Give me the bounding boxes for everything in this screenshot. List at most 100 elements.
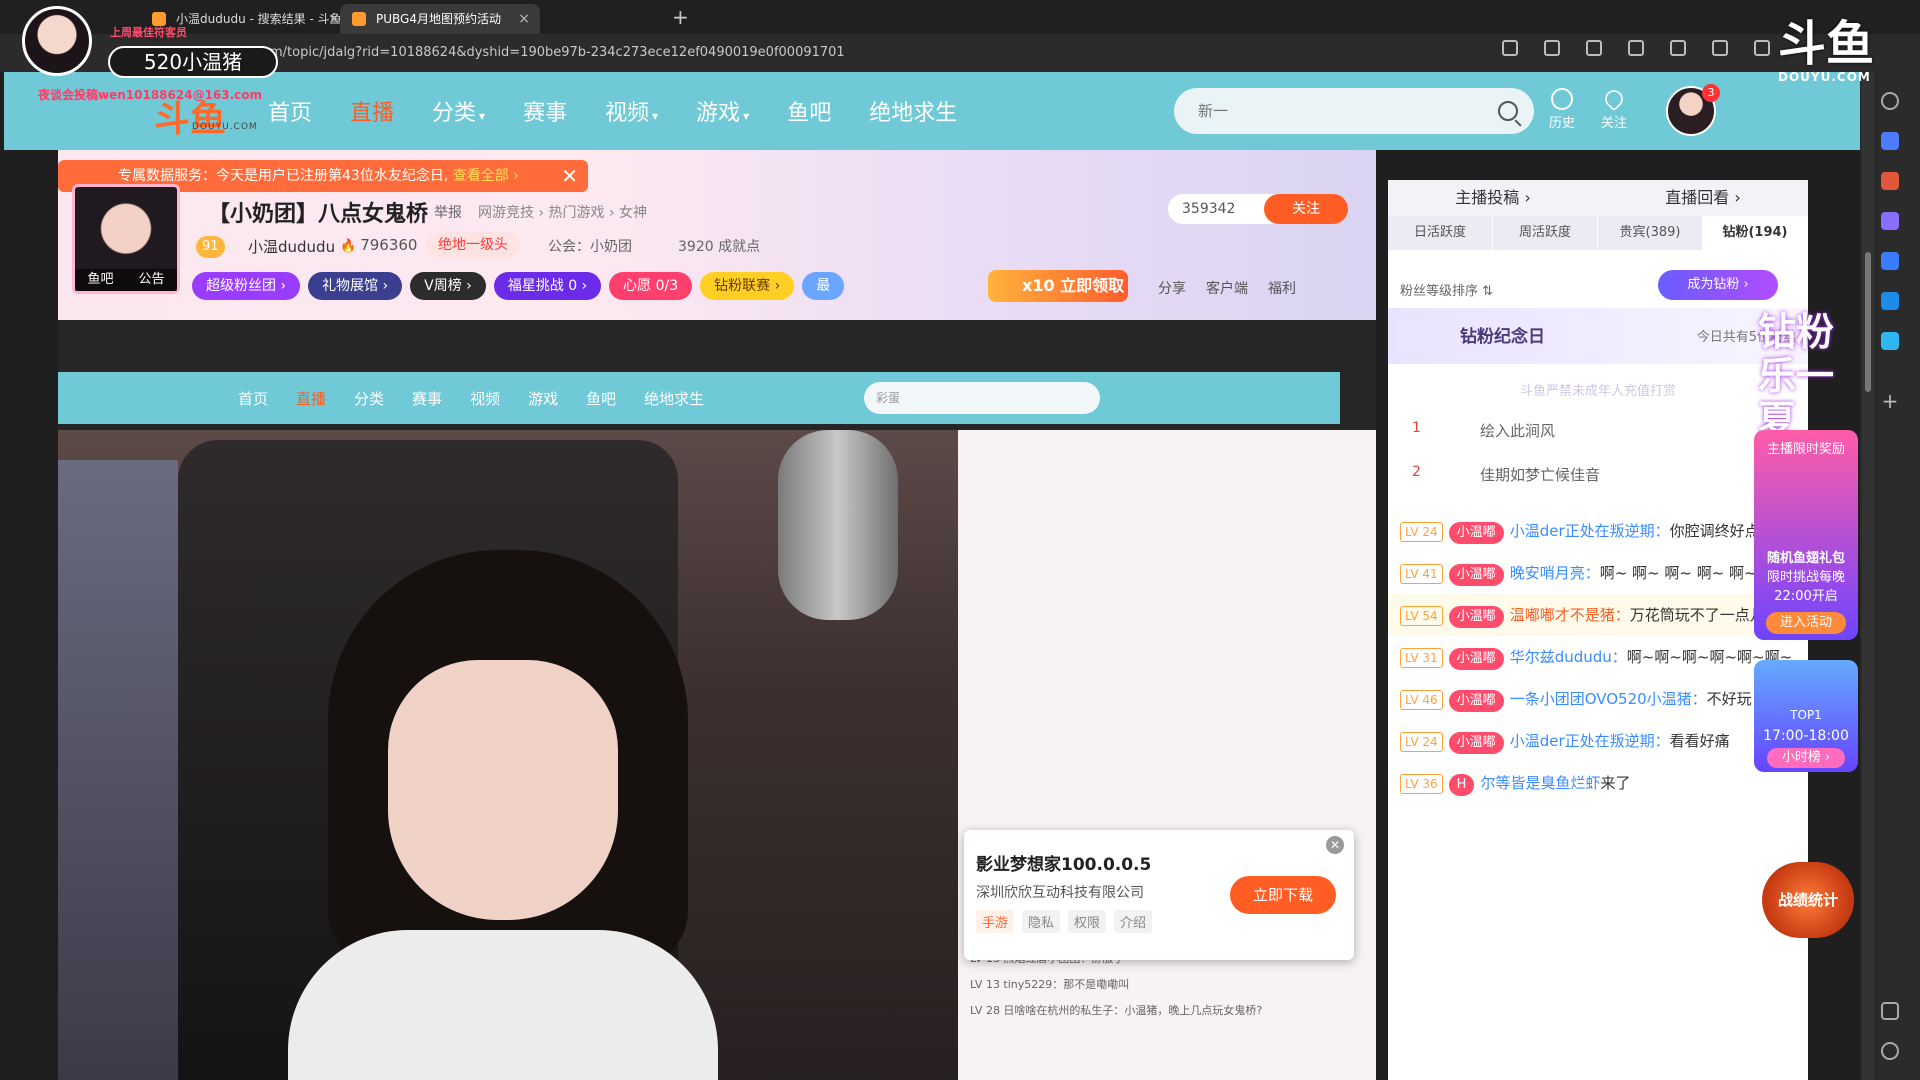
nav-video[interactable]: 视频	[605, 95, 658, 127]
url-field[interactable]: m/topic/jdalg?rid=10188624&dyshid=190be9…	[270, 40, 1500, 66]
add-icon[interactable]: +	[1881, 391, 1899, 411]
host-name[interactable]: 小温dududu	[248, 236, 335, 257]
tab-vip[interactable]: 贵宾(389)	[1598, 216, 1703, 250]
collections-icon[interactable]	[1754, 40, 1770, 56]
hourly-rank-widget[interactable]: TOP1 17:00-18:00 小时榜 ›	[1754, 660, 1858, 772]
fan-sort-label[interactable]: 粉丝等级排序 ⇅	[1400, 280, 1493, 299]
favorites-icon[interactable]	[1712, 40, 1728, 56]
wish-pill[interactable]: 心愿 0/3	[609, 272, 693, 300]
lucky-challenge-pill[interactable]: 福星挑战 0 ›	[493, 272, 602, 300]
search-icon[interactable]	[1498, 101, 1518, 121]
weekly-rank-pill[interactable]: V周榜 ›	[410, 272, 486, 300]
diamond-league-pill[interactable]: 钻粉联赛 ›	[700, 272, 795, 300]
nav-live[interactable]: 直播	[350, 95, 394, 127]
hourly-rank-button[interactable]: 小时榜 ›	[1767, 748, 1845, 768]
tab-close-icon[interactable]: ×	[328, 4, 340, 34]
more-pill[interactable]: 最	[802, 272, 845, 300]
outlook-icon[interactable]	[1881, 292, 1899, 310]
host-reward-activity[interactable]: 主播限时奖励 随机鱼翅礼包 限时挑战每晚22:00开启 进入活动	[1754, 430, 1858, 640]
video-player[interactable]: 首页 直播 分类 赛事 视频 游戏 鱼吧 绝地求生 彩蛋 LV 13 烈焰红唇小…	[58, 320, 1376, 1080]
screenshot-icon[interactable]	[1881, 1002, 1899, 1020]
nav-pubg[interactable]: 绝地求生	[869, 95, 957, 127]
host-level-badge: 91	[196, 236, 225, 258]
zoom-icon[interactable]	[1502, 40, 1518, 56]
nav-category[interactable]: 分类	[432, 95, 485, 127]
room-info-panel: 专属数据服务：今天是用户已注册第43位水友纪念日, 查看全部 › ✕ 鱼吧 公告…	[58, 150, 1376, 320]
search-icon[interactable]	[1881, 92, 1899, 110]
browser-tab-pubg[interactable]: PUBG4月地图预约活动 ×	[340, 4, 540, 34]
report-link[interactable]: 举报	[434, 202, 462, 222]
user-avatar[interactable]: 3	[1666, 84, 1720, 136]
streamer-face	[388, 660, 618, 920]
gift-hall-pill[interactable]: 礼物展馆 ›	[308, 272, 403, 300]
client-link[interactable]: 客户端	[1206, 278, 1248, 298]
nested-chat-line: LV 28 日啥啥在杭州的私生子：小温猪，晚上几点玩女鬼桥?	[970, 1004, 1263, 1017]
copilot-icon[interactable]	[1881, 252, 1899, 270]
chat-list[interactable]: LV 24 小温嘟 小温der正处在叛逆期：你腔调终好点了吗 LV 41 小温嘟 晚安哨…	[1388, 510, 1808, 1080]
tab-replay[interactable]: 直播回看 ›	[1598, 180, 1808, 216]
ad-close-icon[interactable]: ✕	[1326, 836, 1344, 854]
chat-nick[interactable]: 晚安哨月亮：	[1510, 564, 1600, 582]
games-icon[interactable]	[1881, 212, 1899, 230]
fishbar-link[interactable]: 鱼吧	[87, 269, 113, 291]
rank-row[interactable]: 1 绘入此涧风	[1388, 412, 1808, 448]
chat-nick[interactable]: 一条小团团OVO520小温猪：	[1510, 690, 1707, 708]
welfare-link[interactable]: 福利	[1268, 278, 1296, 298]
read-aloud-icon[interactable]	[1544, 40, 1560, 56]
search-input[interactable]	[1196, 88, 1476, 134]
chat-nick[interactable]: 尔等皆是臭鱼烂虾	[1480, 774, 1600, 792]
follow-nav-button[interactable]: 关注	[1594, 86, 1634, 131]
new-tab-button[interactable]: +	[672, 4, 689, 30]
streamer-shirt	[288, 930, 718, 1080]
ad-tag-privacy[interactable]: 隐私	[1022, 910, 1061, 933]
chat-nick[interactable]: 小温der正处在叛逆期：	[1510, 732, 1670, 750]
hot-label[interactable]: 绝地一级头	[426, 232, 520, 258]
nav-games[interactable]: 游戏	[696, 95, 749, 127]
follow-button[interactable]: 关注	[1264, 194, 1348, 224]
extension-icon[interactable]	[1586, 40, 1602, 56]
chat-message: LV 46 小温嘟 一条小团团OVO520小温猪：不好玩	[1388, 678, 1808, 720]
ad-download-button[interactable]: 立即下载	[1230, 876, 1336, 914]
notice-more-link[interactable]: 查看全部 ›	[453, 168, 519, 184]
chat-nick[interactable]: 华尔兹dududu：	[1510, 648, 1627, 666]
chat-text: 万花筒玩不了一点儿	[1629, 606, 1765, 624]
nested-nav-home: 首页	[238, 389, 269, 408]
announcement-link[interactable]: 公告	[138, 269, 164, 291]
rank-row[interactable]: 2 佳期如梦亡候佳音	[1388, 456, 1808, 492]
tab-host-posts[interactable]: 主播投稿 ›	[1388, 180, 1598, 216]
claim-button[interactable]: x10 立即领取	[988, 270, 1128, 302]
toolbox-icon[interactable]	[1881, 172, 1899, 190]
figure-shelf	[58, 460, 178, 1080]
share-link[interactable]: 分享	[1158, 278, 1186, 298]
summer-diamond-activity[interactable]: 钻粉乐一夏	[1758, 310, 1868, 442]
nav-fishbar[interactable]: 鱼吧	[787, 95, 831, 127]
history-button[interactable]: 历史	[1542, 88, 1582, 131]
tag-icon[interactable]	[1881, 132, 1899, 150]
ad-tag-intro[interactable]: 介绍	[1114, 910, 1153, 933]
tab-diamond-fans[interactable]: 钻粉(194)	[1703, 216, 1808, 250]
become-diamond-fan-button[interactable]: 成为钻粉 ›	[1658, 270, 1778, 300]
ad-tag-permission[interactable]: 权限	[1068, 910, 1107, 933]
tab-daily[interactable]: 日活跃度	[1388, 216, 1493, 250]
achievement-text[interactable]: 3920 成就点	[678, 236, 760, 256]
rank-name: 佳期如梦亡候佳音	[1480, 466, 1601, 484]
chat-nick[interactable]: 温嘟嘟才不是猪：	[1510, 606, 1630, 624]
split-screen-icon[interactable]	[1670, 40, 1686, 56]
ad-company: 深圳欣欣互动科技有限公司	[976, 885, 1144, 901]
tab-weekly[interactable]: 周活跃度	[1493, 216, 1598, 250]
notice-close-icon[interactable]: ✕	[561, 160, 578, 192]
guild-text[interactable]: 公会：小奶团	[548, 236, 632, 256]
app-ad-popup: ✕ 影业梦想家100.0.0.5 深圳欣欣互动科技有限公司 手游 隐私 权限 介…	[964, 830, 1354, 960]
nav-events[interactable]: 赛事	[523, 95, 567, 127]
favorite-star-icon[interactable]	[1628, 40, 1644, 56]
chat-nick[interactable]: 小温der正处在叛逆期：	[1510, 522, 1670, 540]
category-breadcrumb[interactable]: 网游竞技 › 热门游戏 › 女神	[478, 202, 647, 222]
tab-close-icon[interactable]: ×	[518, 4, 530, 34]
room-avatar[interactable]: 鱼吧 公告	[72, 184, 180, 294]
page-scrollbar[interactable]	[1862, 72, 1874, 1080]
send-icon[interactable]	[1881, 332, 1899, 350]
super-fans-pill[interactable]: 超级粉丝团 ›	[192, 272, 301, 300]
enter-activity-button[interactable]: 进入活动	[1766, 612, 1846, 634]
battle-stats-widget[interactable]: 战绩统计	[1762, 862, 1854, 938]
settings-gear-icon[interactable]	[1881, 1042, 1899, 1060]
